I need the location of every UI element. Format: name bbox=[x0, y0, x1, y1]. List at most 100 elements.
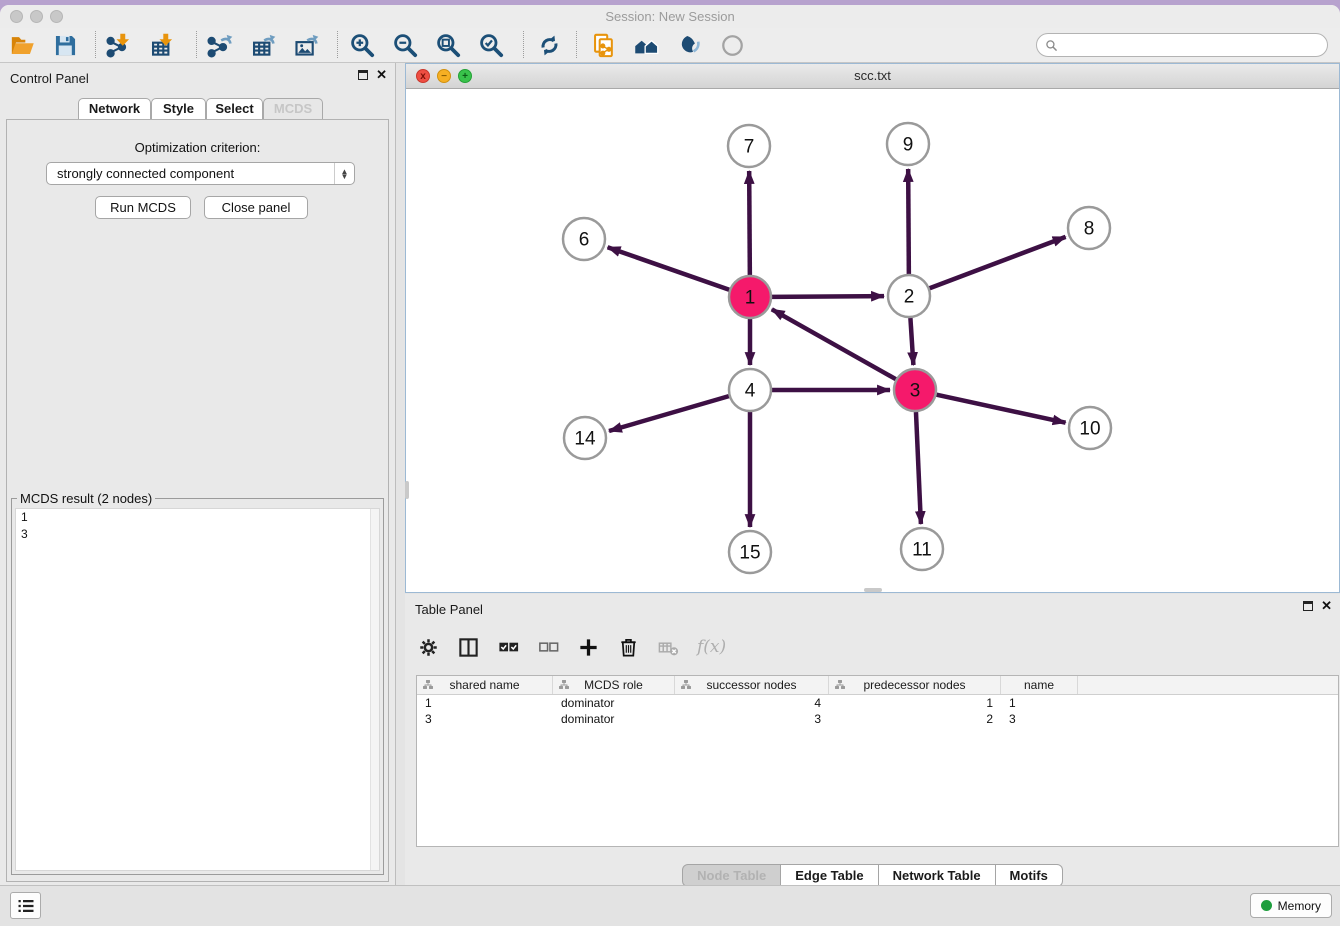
export-network-button[interactable] bbox=[198, 29, 241, 61]
unselect-all-button[interactable] bbox=[537, 633, 560, 661]
tab-style[interactable]: Style bbox=[151, 98, 206, 120]
zoom-in-icon bbox=[349, 32, 376, 59]
graph-edge-1-2[interactable] bbox=[772, 296, 884, 297]
session-title: Session: New Session bbox=[0, 9, 1340, 24]
add-row-button[interactable] bbox=[577, 633, 600, 661]
toolbar-group bbox=[528, 29, 571, 61]
memory-button[interactable]: Memory bbox=[1250, 893, 1332, 918]
mcds-result-area[interactable]: 13 bbox=[15, 508, 380, 871]
table-cell[interactable]: 3 bbox=[417, 711, 553, 727]
graph-edge-3-11[interactable] bbox=[916, 412, 921, 524]
settings-button[interactable] bbox=[417, 633, 440, 661]
attribute-type-icon bbox=[680, 679, 692, 691]
graph-edge-1-6[interactable] bbox=[608, 247, 730, 289]
run-mcds-button[interactable]: Run MCDS bbox=[95, 196, 191, 219]
export-image-button[interactable] bbox=[284, 29, 327, 61]
graph-edge-1-7[interactable] bbox=[749, 171, 750, 275]
import-table-icon bbox=[148, 32, 175, 59]
control-panel-tabs: NetworkStyleSelectMCDS bbox=[0, 98, 395, 120]
network-window-titlebar[interactable]: x − + scc.txt bbox=[406, 64, 1339, 89]
table-cell[interactable]: 1 bbox=[829, 695, 1001, 711]
export-network-icon bbox=[206, 32, 233, 59]
close-panel-button[interactable]: Close panel bbox=[204, 196, 308, 219]
table-cell[interactable]: 4 bbox=[675, 695, 829, 711]
column-header-MCDS-role[interactable]: MCDS role bbox=[553, 676, 675, 694]
search-input[interactable] bbox=[1063, 38, 1313, 53]
task-history-button[interactable] bbox=[10, 892, 41, 919]
table-panel: Table Panel ✕ f(x) shared nameMCDS roles… bbox=[405, 594, 1340, 885]
column-header-successor-nodes[interactable]: successor nodes bbox=[675, 676, 829, 694]
column-header-shared-name[interactable]: shared name bbox=[417, 676, 553, 694]
apply-style-button[interactable] bbox=[668, 29, 711, 61]
graph-edge-2-8[interactable] bbox=[930, 237, 1066, 288]
zoom-fit-icon bbox=[435, 32, 462, 59]
network-view-window: x − + scc.txt 7968124314101511 bbox=[405, 63, 1340, 593]
tab-motifs[interactable]: Motifs bbox=[996, 864, 1063, 887]
delete-row-button[interactable] bbox=[617, 633, 640, 661]
tab-node-table[interactable]: Node Table bbox=[682, 864, 781, 887]
table-cell[interactable]: 3 bbox=[675, 711, 829, 727]
function-builder-button[interactable]: f(x) bbox=[697, 633, 726, 661]
table-tabs: Node TableEdge TableNetwork TableMotifs bbox=[405, 864, 1340, 887]
graph-edge-2-9[interactable] bbox=[908, 169, 909, 274]
tab-network-table[interactable]: Network Table bbox=[879, 864, 996, 887]
tab-mcds[interactable]: MCDS bbox=[263, 98, 323, 120]
settings-icon bbox=[417, 636, 440, 659]
vertical-scroll-thumb[interactable] bbox=[405, 481, 409, 499]
toolbar-separator bbox=[337, 31, 338, 58]
first-neighbors-button[interactable] bbox=[625, 29, 668, 61]
criterion-value: strongly connected component bbox=[57, 166, 234, 181]
apply-style-icon bbox=[676, 32, 703, 59]
table-row[interactable]: 3dominator323 bbox=[417, 711, 1338, 727]
table-header-row: shared nameMCDS role successor nodes prede… bbox=[417, 676, 1338, 695]
node-table: shared nameMCDS role successor nodes prede… bbox=[416, 675, 1339, 847]
result-scrollbar[interactable] bbox=[370, 509, 379, 870]
column-header-name[interactable]: name bbox=[1001, 676, 1078, 694]
show-hide-graphics-icon bbox=[719, 32, 746, 59]
refresh-layout-icon bbox=[536, 32, 563, 59]
save-session-button[interactable] bbox=[44, 29, 87, 61]
graph-edge-2-3[interactable] bbox=[910, 318, 913, 365]
table-cell[interactable]: dominator bbox=[553, 711, 675, 727]
zoom-fit-button[interactable] bbox=[427, 29, 470, 61]
zoom-selected-icon bbox=[478, 32, 505, 59]
column-header-predecessor-nodes[interactable]: predecessor nodes bbox=[829, 676, 1001, 694]
criterion-dropdown[interactable]: strongly connected component ▲▼ bbox=[46, 162, 355, 185]
table-cell[interactable]: 1 bbox=[417, 695, 553, 711]
table-row[interactable]: 1dominator411 bbox=[417, 695, 1338, 711]
graph-node-label: 8 bbox=[1084, 219, 1095, 240]
column-view-button[interactable] bbox=[457, 633, 480, 661]
table-cell[interactable]: 2 bbox=[829, 711, 1001, 727]
tab-select[interactable]: Select bbox=[206, 98, 263, 120]
tab-edge-table[interactable]: Edge Table bbox=[781, 864, 878, 887]
delete-table-button[interactable] bbox=[657, 633, 680, 661]
zoom-out-button[interactable] bbox=[384, 29, 427, 61]
open-session-button[interactable] bbox=[1, 29, 44, 61]
close-table-panel-icon[interactable]: ✕ bbox=[1321, 601, 1332, 611]
close-panel-icon[interactable]: ✕ bbox=[376, 70, 387, 80]
horizontal-scroll-thumb[interactable] bbox=[864, 588, 882, 592]
float-panel-icon[interactable] bbox=[358, 70, 368, 80]
graph-edge-4-14[interactable] bbox=[609, 396, 729, 431]
table-cell[interactable]: 3 bbox=[1001, 711, 1078, 727]
column-header-label: successor nodes bbox=[706, 678, 796, 692]
first-neighbors-icon bbox=[633, 32, 660, 59]
refresh-layout-button[interactable] bbox=[528, 29, 571, 61]
select-all-button[interactable] bbox=[497, 633, 520, 661]
clone-network-button[interactable] bbox=[582, 29, 625, 61]
tab-network[interactable]: Network bbox=[78, 98, 151, 120]
float-table-panel-icon[interactable] bbox=[1303, 601, 1313, 611]
zoom-selected-button[interactable] bbox=[470, 29, 513, 61]
search-field[interactable] bbox=[1036, 33, 1328, 57]
zoom-in-button[interactable] bbox=[341, 29, 384, 61]
table-cell[interactable]: 1 bbox=[1001, 695, 1078, 711]
graph-edge-3-10[interactable] bbox=[936, 395, 1065, 423]
import-network-button[interactable] bbox=[97, 29, 140, 61]
export-table-button[interactable] bbox=[241, 29, 284, 61]
column-header-label: predecessor nodes bbox=[863, 678, 965, 692]
graph-edge-3-1[interactable] bbox=[772, 309, 896, 379]
network-canvas[interactable]: 7968124314101511 bbox=[406, 89, 1339, 592]
show-hide-graphics-button[interactable] bbox=[711, 29, 754, 61]
import-table-button[interactable] bbox=[140, 29, 183, 61]
table-cell[interactable]: dominator bbox=[553, 695, 675, 711]
